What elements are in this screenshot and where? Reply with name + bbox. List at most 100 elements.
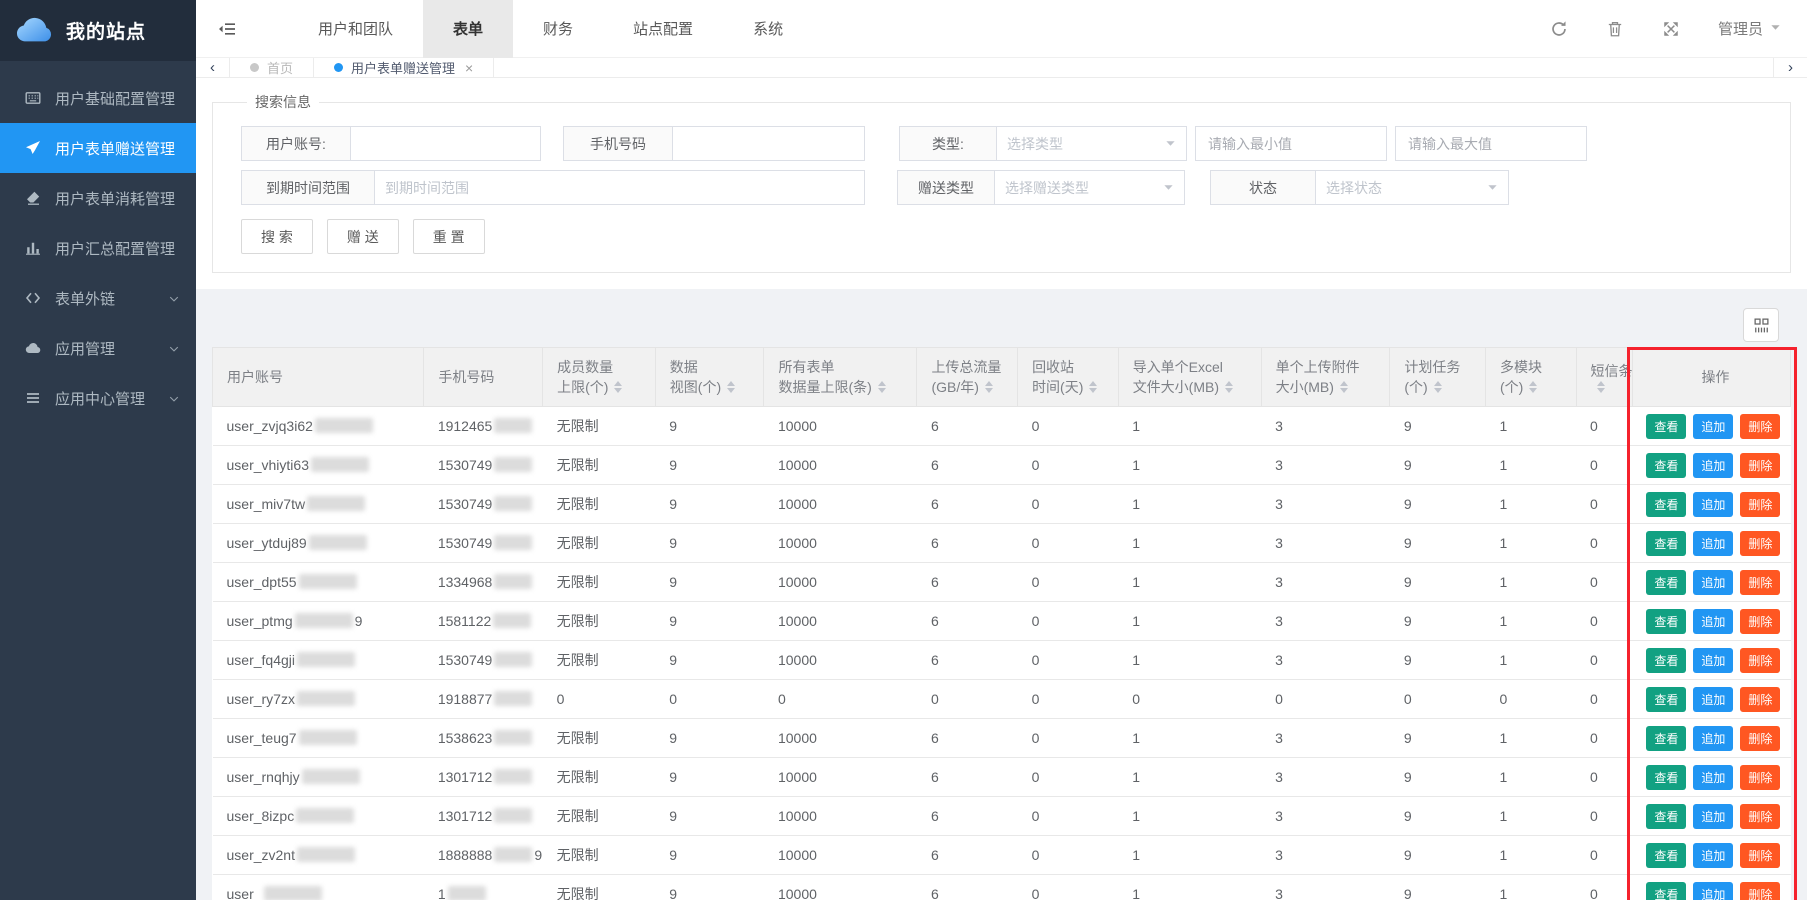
table-row: user_1无限制9100006013910查看追加删除 [213, 875, 1791, 900]
column-header-3[interactable]: 成员数量上限(个) [543, 348, 656, 407]
sidebar-item-2[interactable]: 用户表单赠送管理 [0, 123, 196, 173]
type-select[interactable]: 选择类型 [997, 126, 1187, 161]
sidebar-item-1[interactable]: 用户基础配置管理 [0, 73, 196, 123]
append-button[interactable]: 追加 [1693, 687, 1733, 712]
append-button[interactable]: 追加 [1693, 765, 1733, 790]
view-button[interactable]: 查看 [1646, 648, 1686, 673]
view-button[interactable]: 查看 [1646, 414, 1686, 439]
column-header-5[interactable]: 所有表单数据量上限(条) [764, 348, 917, 407]
tabs-scroll-left-icon[interactable]: ‹ [196, 58, 230, 77]
view-button[interactable]: 查看 [1646, 843, 1686, 868]
refresh-icon[interactable] [1550, 20, 1568, 38]
sidebar-item-7[interactable]: 应用中心管理 [0, 373, 196, 423]
sidebar-item-4[interactable]: 用户汇总配置管理 [0, 223, 196, 273]
admin-menu[interactable]: 管理员 [1718, 18, 1781, 39]
tab-1[interactable]: 首页 [230, 58, 314, 77]
delete-button[interactable]: 删除 [1740, 765, 1780, 790]
column-header-12[interactable]: 短信条 [1576, 348, 1632, 407]
gift-button[interactable]: 赠 送 [327, 219, 399, 254]
delete-button[interactable]: 删除 [1740, 414, 1780, 439]
append-button[interactable]: 追加 [1693, 492, 1733, 517]
topnav-item-1[interactable]: 用户和团队 [288, 0, 423, 58]
sort-icon[interactable] [1225, 381, 1233, 393]
sort-icon[interactable] [1089, 381, 1097, 393]
sort-icon[interactable] [985, 381, 993, 393]
cell-value: 1 [1485, 641, 1576, 680]
append-button[interactable]: 追加 [1693, 843, 1733, 868]
append-button[interactable]: 追加 [1693, 882, 1733, 900]
expire-field-group: 到期时间范围 [241, 170, 865, 205]
view-button[interactable]: 查看 [1646, 882, 1686, 900]
column-header-8[interactable]: 导入单个Excel文件大小(MB) [1118, 348, 1261, 407]
view-button[interactable]: 查看 [1646, 687, 1686, 712]
sort-icon[interactable] [1529, 381, 1537, 393]
delete-button[interactable]: 删除 [1740, 570, 1780, 595]
sort-icon[interactable] [1340, 381, 1348, 393]
append-button[interactable]: 追加 [1693, 726, 1733, 751]
delete-button[interactable]: 删除 [1740, 804, 1780, 829]
topnav-item-5[interactable]: 系统 [723, 0, 813, 58]
sort-icon[interactable] [727, 381, 735, 393]
delete-button[interactable]: 删除 [1740, 648, 1780, 673]
delete-button[interactable]: 删除 [1740, 492, 1780, 517]
reset-button[interactable]: 重 置 [413, 219, 485, 254]
tab-2[interactable]: 用户表单赠送管理× [314, 58, 494, 77]
min-value-input[interactable] [1195, 126, 1387, 161]
append-button[interactable]: 追加 [1693, 414, 1733, 439]
append-button[interactable]: 追加 [1693, 804, 1733, 829]
view-button[interactable]: 查看 [1646, 804, 1686, 829]
append-button[interactable]: 追加 [1693, 609, 1733, 634]
column-header-6[interactable]: 上传总流量(GB/年) [917, 348, 1018, 407]
column-header-11[interactable]: 多模块(个) [1485, 348, 1576, 407]
sort-icon[interactable] [614, 381, 622, 393]
delete-button[interactable]: 删除 [1740, 843, 1780, 868]
brand-name: 我的站点 [66, 17, 146, 44]
tabs-scroll-right-icon[interactable]: › [1773, 58, 1807, 77]
view-button[interactable]: 查看 [1646, 492, 1686, 517]
phone-input[interactable] [673, 126, 865, 161]
sort-icon[interactable] [1597, 381, 1605, 393]
delete-button[interactable]: 删除 [1740, 726, 1780, 751]
sidebar-item-5[interactable]: 表单外链 [0, 273, 196, 323]
sort-icon[interactable] [878, 381, 886, 393]
view-button[interactable]: 查看 [1646, 531, 1686, 556]
append-button[interactable]: 追加 [1693, 648, 1733, 673]
view-button[interactable]: 查看 [1646, 726, 1686, 751]
delete-button[interactable]: 删除 [1740, 609, 1780, 634]
expire-range-input[interactable] [375, 170, 865, 205]
gift-type-select[interactable]: 选择赠送类型 [995, 170, 1185, 205]
column-header-4[interactable]: 数据视图(个) [655, 348, 764, 407]
max-value-input[interactable] [1395, 126, 1587, 161]
delete-button[interactable]: 删除 [1740, 453, 1780, 478]
append-button[interactable]: 追加 [1693, 570, 1733, 595]
append-button[interactable]: 追加 [1693, 453, 1733, 478]
sort-icon[interactable] [1434, 381, 1442, 393]
collapse-menu-icon[interactable] [196, 0, 258, 58]
topnav-item-4[interactable]: 站点配置 [603, 0, 723, 58]
cell-value: 10000 [764, 524, 917, 563]
column-header-7[interactable]: 回收站时间(天) [1018, 348, 1119, 407]
trash-icon[interactable] [1606, 20, 1624, 38]
sidebar-item-6[interactable]: 应用管理 [0, 323, 196, 373]
delete-button[interactable]: 删除 [1740, 531, 1780, 556]
topnav-item-2[interactable]: 表单 [423, 0, 513, 58]
view-button[interactable]: 查看 [1646, 765, 1686, 790]
delete-button[interactable]: 删除 [1740, 882, 1780, 900]
sidebar-item-3[interactable]: 用户表单消耗管理 [0, 173, 196, 223]
column-settings-icon[interactable] [1743, 308, 1779, 342]
append-button[interactable]: 追加 [1693, 531, 1733, 556]
tab-close-icon[interactable]: × [465, 60, 473, 76]
fullscreen-icon[interactable] [1662, 20, 1680, 38]
account-input[interactable] [351, 126, 541, 161]
column-header-9[interactable]: 单个上传附件大小(MB) [1261, 348, 1390, 407]
cell-phone-number: 1530749 [424, 446, 543, 485]
topnav-item-3[interactable]: 财务 [513, 0, 603, 58]
column-header-10[interactable]: 计划任务(个) [1390, 348, 1486, 407]
search-button[interactable]: 搜 索 [241, 219, 313, 254]
cell-actions: 查看追加删除 [1632, 485, 1790, 524]
delete-button[interactable]: 删除 [1740, 687, 1780, 712]
view-button[interactable]: 查看 [1646, 609, 1686, 634]
status-select[interactable]: 选择状态 [1316, 170, 1509, 205]
view-button[interactable]: 查看 [1646, 570, 1686, 595]
view-button[interactable]: 查看 [1646, 453, 1686, 478]
